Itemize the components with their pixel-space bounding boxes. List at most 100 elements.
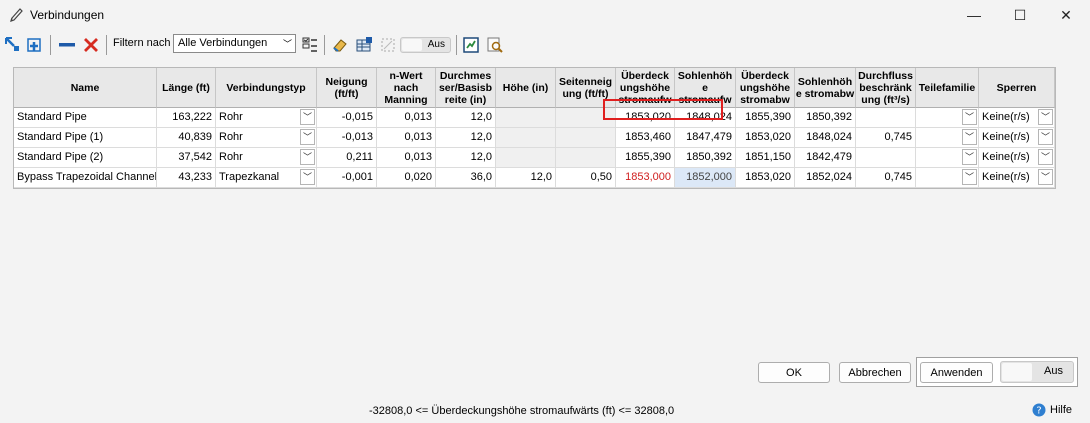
- delete-button[interactable]: [81, 34, 101, 56]
- cell-manning[interactable]: 0,013: [377, 128, 436, 148]
- cancel-button[interactable]: Abbrechen: [839, 362, 911, 383]
- report-button[interactable]: [461, 34, 481, 56]
- cell-cover-down[interactable]: 1855,390: [736, 108, 795, 128]
- cell-lock[interactable]: Keine(r/s) ﹀: [979, 168, 1055, 188]
- help-link[interactable]: ? Hilfe: [1032, 403, 1072, 417]
- chevron-down-icon[interactable]: ﹀: [962, 169, 977, 185]
- zoom-to-button[interactable]: [3, 34, 23, 56]
- chevron-down-icon[interactable]: ﹀: [300, 109, 315, 125]
- cell-sideslope[interactable]: [556, 108, 616, 128]
- chevron-down-icon[interactable]: ﹀: [962, 129, 977, 145]
- cell-manning[interactable]: 0,013: [377, 108, 436, 128]
- table-edit-button[interactable]: [354, 34, 374, 56]
- cell-cover-down[interactable]: 1851,150: [736, 148, 795, 168]
- cell-diameter[interactable]: 12,0: [436, 108, 496, 128]
- header-lock[interactable]: Sperren: [979, 68, 1055, 108]
- add-connection-button[interactable]: [24, 34, 44, 56]
- cell-invert-up[interactable]: 1850,392: [675, 148, 736, 168]
- find-button[interactable]: [485, 34, 505, 56]
- chevron-down-icon[interactable]: ﹀: [962, 149, 977, 165]
- cell-sideslope[interactable]: [556, 128, 616, 148]
- header-height[interactable]: Höhe (in): [496, 68, 556, 108]
- apply-toggle[interactable]: Aus: [1000, 361, 1074, 383]
- cell-height[interactable]: 12,0: [496, 168, 556, 188]
- close-button[interactable]: ✕: [1043, 0, 1089, 30]
- cell-invert-down[interactable]: 1842,479: [795, 148, 856, 168]
- cell-cover-up[interactable]: 1853,000: [616, 168, 675, 188]
- cell-invert-down[interactable]: 1850,392: [795, 108, 856, 128]
- header-part-family[interactable]: Teilefamilie: [916, 68, 979, 108]
- cell-lock[interactable]: Keine(r/s) ﹀: [979, 148, 1055, 168]
- cell-length[interactable]: 43,233: [157, 168, 216, 188]
- chevron-down-icon[interactable]: ﹀: [1038, 129, 1053, 145]
- remove-button[interactable]: [57, 34, 77, 56]
- cell-part-family[interactable]: ﹀: [916, 168, 979, 188]
- cell-length[interactable]: 163,222: [157, 108, 216, 128]
- cell-cover-up[interactable]: 1853,020: [616, 108, 675, 128]
- cell-slope[interactable]: -0,001: [317, 168, 377, 188]
- cell-flow-limit[interactable]: [856, 148, 916, 168]
- cell-name[interactable]: Bypass Trapezoidal Channel: [14, 168, 157, 188]
- cell-length[interactable]: 37,542: [157, 148, 216, 168]
- header-length[interactable]: Länge (ft): [157, 68, 216, 108]
- cell-diameter[interactable]: 36,0: [436, 168, 496, 188]
- cell-type[interactable]: Rohr ﹀: [216, 128, 317, 148]
- header-flow-limit[interactable]: Durchfluss beschränk ung (ft³/s): [856, 68, 916, 108]
- cell-type[interactable]: Rohr ﹀: [216, 108, 317, 128]
- header-name[interactable]: Name: [14, 68, 157, 108]
- cell-length[interactable]: 40,839: [157, 128, 216, 148]
- header-invert-down[interactable]: Sohlenhöh e stromabw: [795, 68, 856, 108]
- chevron-down-icon[interactable]: ﹀: [1038, 169, 1053, 185]
- cell-flow-limit[interactable]: 0,745: [856, 128, 916, 148]
- cell-name[interactable]: Standard Pipe (2): [14, 148, 157, 168]
- select-columns-button[interactable]: [300, 34, 320, 56]
- ok-button[interactable]: OK: [758, 362, 830, 383]
- cell-slope[interactable]: -0,015: [317, 108, 377, 128]
- cell-invert-up[interactable]: 1847,479: [675, 128, 736, 148]
- cell-sideslope[interactable]: [556, 148, 616, 168]
- header-diameter[interactable]: Durchmes ser/Basisb reite (in): [436, 68, 496, 108]
- chevron-down-icon[interactable]: ﹀: [1038, 109, 1053, 125]
- cell-cover-down[interactable]: 1853,020: [736, 168, 795, 188]
- cell-lock[interactable]: Keine(r/s) ﹀: [979, 128, 1055, 148]
- cell-diameter[interactable]: 12,0: [436, 128, 496, 148]
- filter-dropdown[interactable]: Alle Verbindungen ﹀: [173, 34, 296, 53]
- cell-flow-limit[interactable]: [856, 108, 916, 128]
- cell-invert-down[interactable]: 1852,024: [795, 168, 856, 188]
- minimize-button[interactable]: —: [951, 0, 997, 30]
- cell-height[interactable]: [496, 148, 556, 168]
- cell-part-family[interactable]: ﹀: [916, 148, 979, 168]
- header-cover-down[interactable]: Überdeck ungshöhe stromabw: [736, 68, 795, 108]
- chevron-down-icon[interactable]: ﹀: [1038, 149, 1053, 165]
- cell-invert-up[interactable]: 1852,000: [675, 168, 736, 188]
- cell-invert-up[interactable]: 1848,024: [675, 108, 736, 128]
- cell-slope[interactable]: 0,211: [317, 148, 377, 168]
- eraser-button[interactable]: [330, 34, 350, 56]
- cell-cover-up[interactable]: 1853,460: [616, 128, 675, 148]
- cell-invert-down[interactable]: 1848,024: [795, 128, 856, 148]
- disabled-tool-button[interactable]: [378, 34, 398, 56]
- cell-part-family[interactable]: ﹀: [916, 108, 979, 128]
- cell-type[interactable]: Trapezkanal ﹀: [216, 168, 317, 188]
- cell-part-family[interactable]: ﹀: [916, 128, 979, 148]
- cell-lock[interactable]: Keine(r/s) ﹀: [979, 108, 1055, 128]
- apply-button[interactable]: Anwenden: [920, 362, 993, 383]
- header-slope[interactable]: Neigung (ft/ft): [317, 68, 377, 108]
- cell-slope[interactable]: -0,013: [317, 128, 377, 148]
- cell-name[interactable]: Standard Pipe: [14, 108, 157, 128]
- cell-manning[interactable]: 0,013: [377, 148, 436, 168]
- header-cover-up[interactable]: Überdeck ungshöhe stromaufw: [616, 68, 675, 108]
- maximize-button[interactable]: ☐: [997, 0, 1043, 30]
- chevron-down-icon[interactable]: ﹀: [300, 169, 315, 185]
- header-manning[interactable]: n-Wert nach Manning: [377, 68, 436, 108]
- header-sideslope[interactable]: Seitenneig ung (ft/ft): [556, 68, 616, 108]
- cell-name[interactable]: Standard Pipe (1): [14, 128, 157, 148]
- cell-type[interactable]: Rohr ﹀: [216, 148, 317, 168]
- chevron-down-icon[interactable]: ﹀: [300, 149, 315, 165]
- header-invert-up[interactable]: Sohlenhöh e stromaufw: [675, 68, 736, 108]
- chevron-down-icon[interactable]: ﹀: [962, 109, 977, 125]
- cell-height[interactable]: [496, 108, 556, 128]
- cell-cover-down[interactable]: 1853,020: [736, 128, 795, 148]
- chevron-down-icon[interactable]: ﹀: [300, 129, 315, 145]
- cell-cover-up[interactable]: 1855,390: [616, 148, 675, 168]
